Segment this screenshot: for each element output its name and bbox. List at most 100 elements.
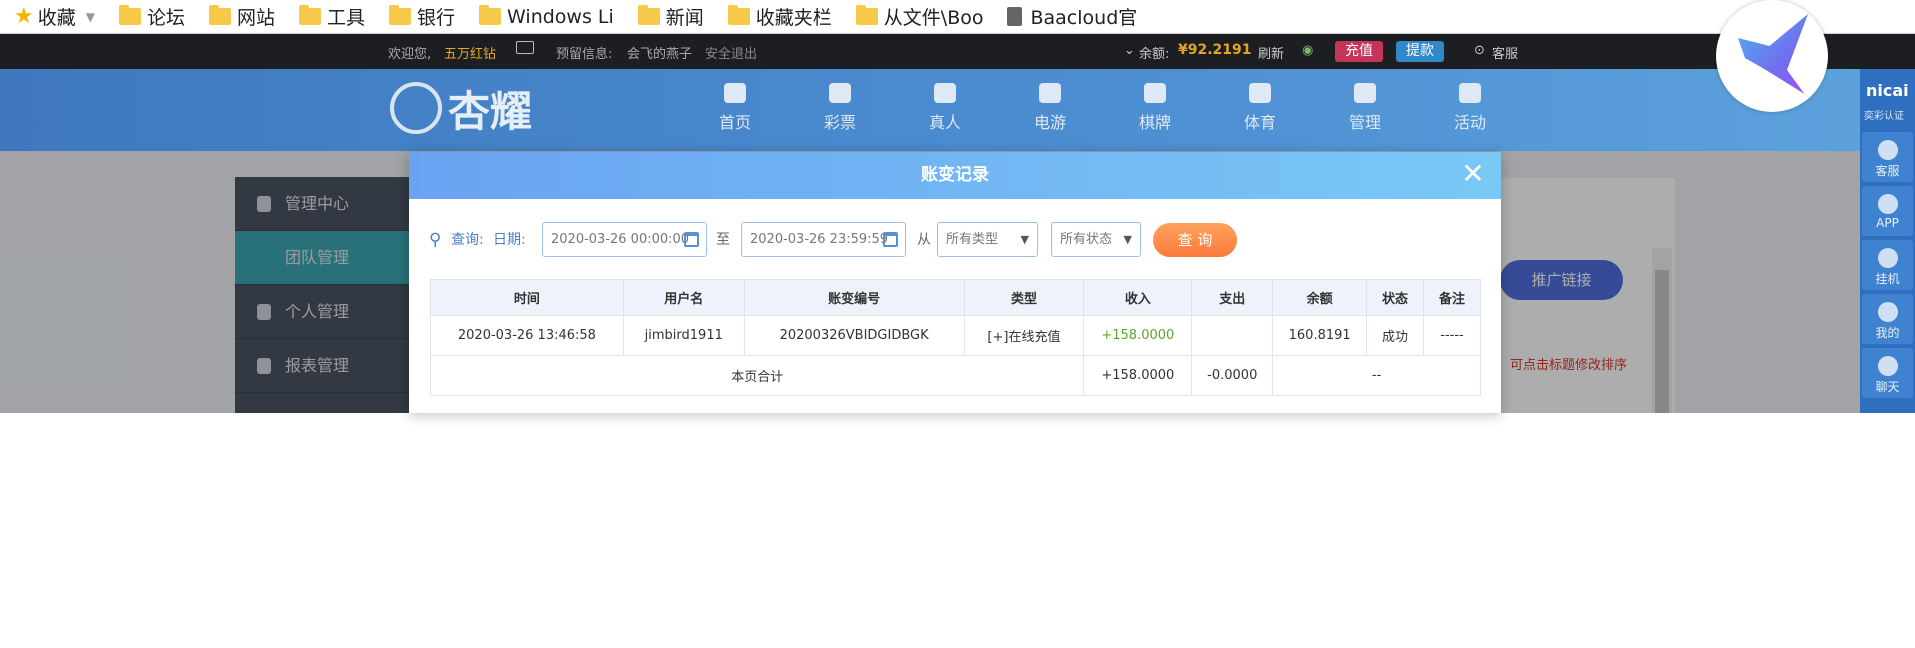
nav-manage[interactable]: 管理	[1330, 83, 1400, 133]
bookmark-folder[interactable]: 工具	[299, 3, 365, 30]
mail-icon[interactable]	[516, 41, 534, 54]
bookmark-folder[interactable]: 收藏夹栏	[727, 3, 832, 30]
folder-icon	[389, 5, 412, 25]
close-icon[interactable]: ✕	[1459, 160, 1487, 188]
cell-expense	[1191, 315, 1274, 356]
query-button[interactable]: 查 询	[1153, 223, 1237, 257]
filter-bar: ⚲ 查询: 日期: 2020-03-26 00:00:00 至 2020-03-…	[429, 222, 1489, 258]
home-icon	[724, 83, 746, 103]
notice-label: 预留信息:	[556, 47, 613, 62]
date-from-input[interactable]: 2020-03-26 00:00:00	[542, 222, 707, 257]
nav-events[interactable]: 活动	[1435, 83, 1505, 133]
column-header[interactable]: 用户名	[622, 279, 745, 316]
folder-icon	[479, 5, 502, 25]
document-icon	[1007, 7, 1023, 26]
float-service[interactable]: 客服	[1862, 132, 1913, 182]
calendar-icon[interactable]	[883, 232, 898, 247]
float-label: 聊天	[1875, 380, 1900, 394]
float-label: 客服	[1875, 164, 1900, 178]
float-auto[interactable]: 挂机	[1862, 240, 1913, 290]
summary-label: 本页合计	[429, 355, 1085, 396]
nav-cards[interactable]: 棋牌	[1120, 83, 1190, 133]
nav-label: 电游	[1033, 113, 1066, 132]
type-select[interactable]: 所有类型 ▼	[937, 222, 1038, 257]
bookmark-folder[interactable]: 从文件\Boo	[855, 3, 983, 30]
nav-sports[interactable]: 体育	[1225, 83, 1295, 133]
bookmark-favorites[interactable]: ★ 收藏 ▼	[14, 3, 95, 30]
bookmark-page[interactable]: Baacloud官	[1007, 3, 1137, 30]
cell-txn-id: 20200326VBIDGIDBGK	[743, 315, 965, 356]
nav-slots[interactable]: 电游	[1015, 83, 1085, 133]
column-header[interactable]: 状态	[1366, 279, 1425, 316]
float-mine[interactable]: 我的	[1862, 294, 1913, 344]
caret-down-icon: ▼	[1123, 233, 1132, 246]
bookmark-label: 银行	[417, 7, 456, 29]
brand-text: nicai	[1866, 81, 1909, 100]
bookmark-folder[interactable]: 新闻	[637, 3, 704, 30]
status-select-value: 所有状态	[1060, 232, 1113, 247]
bookmark-label: 论坛	[146, 7, 185, 29]
column-header[interactable]: 备注	[1423, 279, 1481, 316]
transaction-table: 时间 用户名 账变编号 类型 收入 支出 余额 状态 备注 2020-03-26…	[429, 279, 1481, 396]
cell-time: 2020-03-26 13:46:58	[430, 315, 624, 356]
account-bar: 欢迎您, 五万红钻 预留信息: 会飞的燕子 安全退出 ⌄ 余额: ¥92.219…	[0, 34, 1915, 69]
column-header[interactable]: 时间	[430, 279, 624, 316]
calendar-icon[interactable]	[684, 232, 699, 247]
date-to-value: 2020-03-26 23:59:59	[750, 232, 889, 247]
column-header[interactable]: 类型	[963, 279, 1085, 316]
slot-icon	[1039, 83, 1061, 103]
vip-level[interactable]: 五万红钻	[444, 43, 496, 62]
balance-label: 余额:	[1139, 47, 1170, 62]
bird-icon	[1738, 14, 1808, 94]
column-header[interactable]: 余额	[1272, 279, 1368, 316]
users-icon	[1354, 83, 1376, 103]
folder-icon	[727, 5, 750, 25]
bookmark-label: Windows Li	[507, 5, 614, 28]
deposit-button[interactable]: 充值	[1335, 41, 1383, 62]
float-label: 挂机	[1875, 272, 1900, 286]
floating-toolbar: nicai 奕彩认证 客服 APP 挂机 我的 聊天	[1860, 69, 1915, 413]
bookmark-folder[interactable]: Windows Li	[479, 5, 614, 28]
column-header[interactable]: 支出	[1191, 279, 1274, 316]
cell-username: jimbird1911	[622, 315, 745, 356]
cell-balance: 160.8191	[1272, 315, 1368, 356]
service-link[interactable]: 客服	[1492, 43, 1518, 62]
nav-label: 管理	[1348, 113, 1381, 132]
bookmark-folder[interactable]: 论坛	[118, 3, 185, 30]
crown-logo-icon	[390, 82, 442, 134]
eye-off-icon[interactable]: ◉	[1302, 43, 1313, 58]
withdraw-button[interactable]: 提款	[1396, 41, 1444, 62]
column-header[interactable]: 收入	[1083, 279, 1193, 316]
float-app[interactable]: APP	[1862, 186, 1913, 236]
chevron-down-icon: ▼	[85, 9, 95, 24]
refresh-link[interactable]: 刷新	[1258, 43, 1284, 62]
dealer-icon	[934, 83, 956, 103]
date-from-value: 2020-03-26 00:00:00	[551, 232, 690, 247]
bookmark-label: Baacloud官	[1030, 7, 1138, 29]
float-chat[interactable]: 聊天	[1862, 348, 1913, 398]
nav-live[interactable]: 真人	[910, 83, 980, 133]
site-logo[interactable]: 杏耀	[390, 77, 540, 139]
table-row: 2020-03-26 13:46:58 jimbird1911 20200326…	[430, 315, 1481, 356]
bookmark-label: 收藏夹栏	[755, 7, 832, 29]
logout-link[interactable]: 安全退出	[705, 43, 757, 62]
nav-label: 活动	[1453, 113, 1486, 132]
bookmark-folder[interactable]: 网站	[209, 3, 275, 30]
bookmark-label: 网站	[237, 7, 276, 29]
nav-home[interactable]: 首页	[700, 83, 770, 133]
date-label: 日期:	[493, 232, 526, 248]
chevron-down-icon[interactable]: ⌄	[1124, 43, 1135, 58]
bookmark-folder[interactable]: 银行	[389, 3, 455, 30]
modal-title: 账变记录	[409, 152, 1501, 199]
status-select[interactable]: 所有状态 ▼	[1051, 222, 1141, 257]
nav-label: 棋牌	[1138, 113, 1171, 132]
hummingbird-app-icon[interactable]	[1716, 0, 1828, 112]
date-to-input[interactable]: 2020-03-26 23:59:59	[741, 222, 906, 257]
main-nav: 杏耀 首页 彩票 真人 电游 棋牌 体育 管理 活动	[0, 69, 1915, 151]
gift-icon	[1459, 83, 1481, 103]
nav-lottery[interactable]: 彩票	[805, 83, 875, 133]
bookmarks-bar: ★ 收藏 ▼ 论坛 网站 工具 银行 Windows Li 新闻 收藏夹栏 从文…	[0, 0, 1915, 34]
summary-income: +158.0000	[1083, 355, 1193, 396]
column-header[interactable]: 账变编号	[743, 279, 965, 316]
folder-icon	[118, 5, 141, 25]
